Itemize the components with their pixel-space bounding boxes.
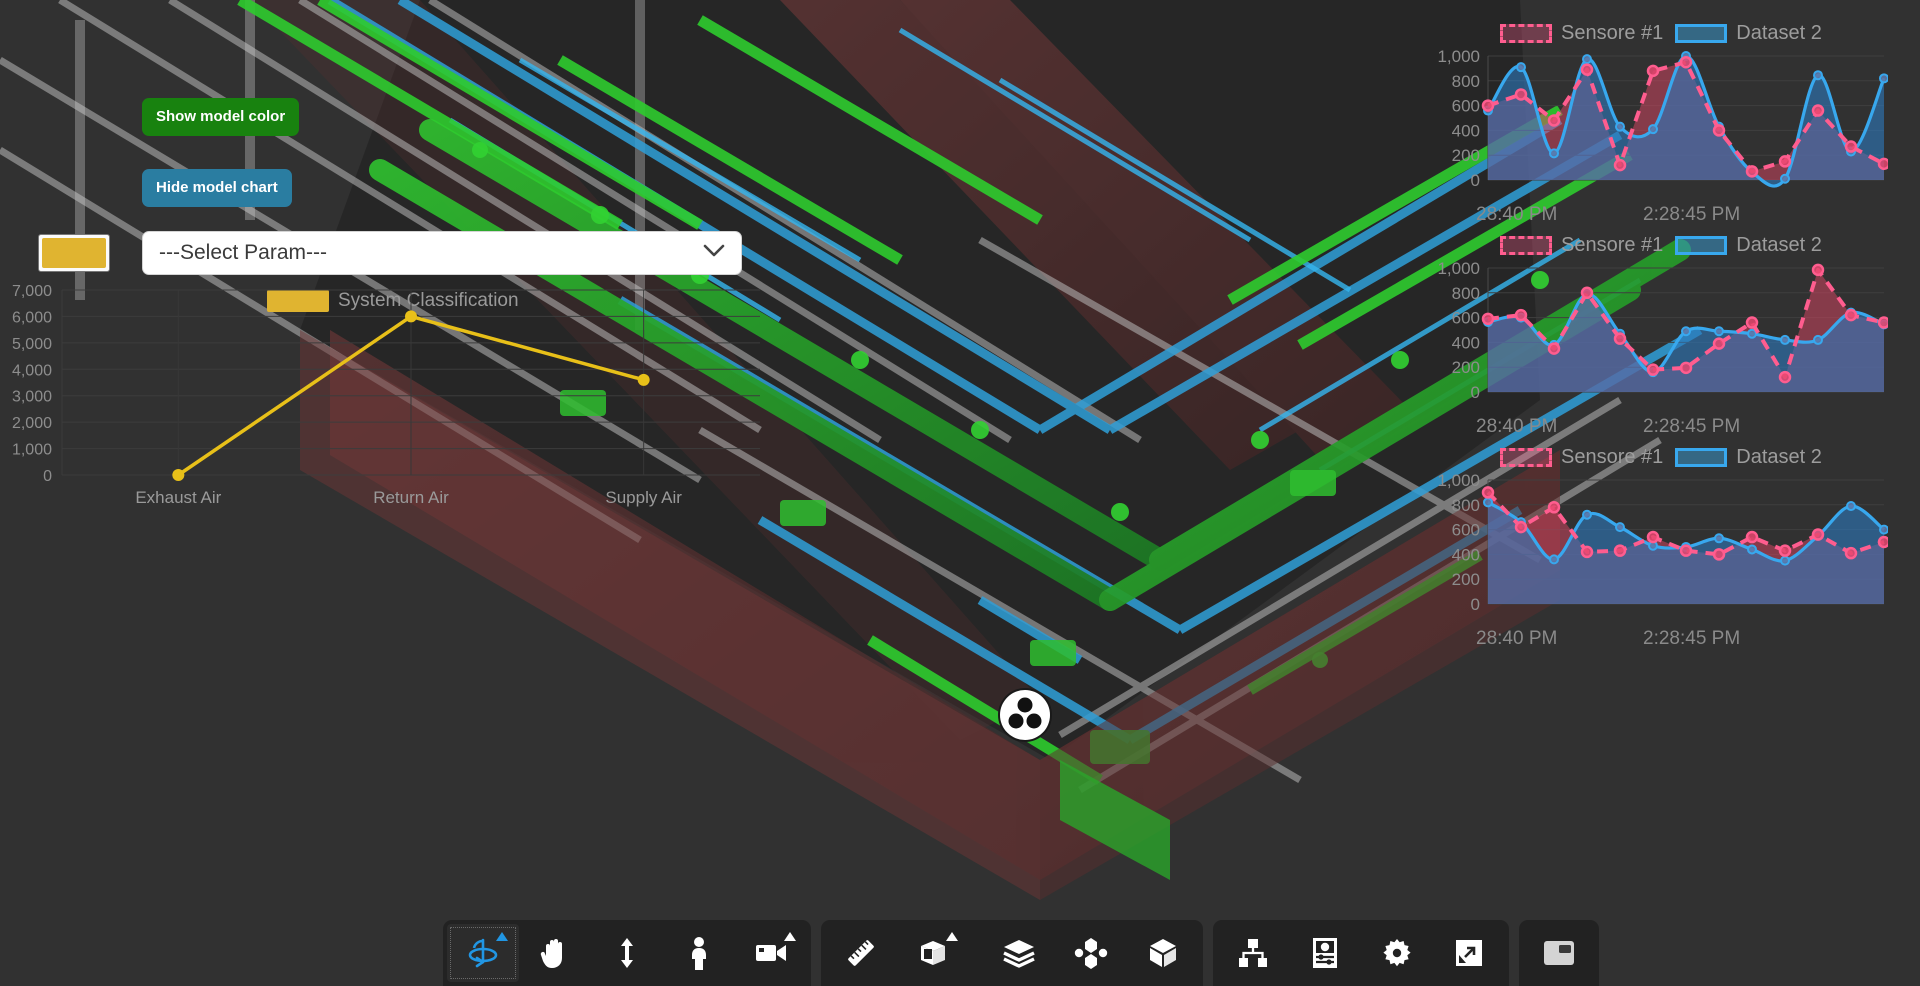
fullscreen-expand-icon[interactable] [1433,924,1505,982]
model-parameter-chart[interactable]: 0 1,000 2,000 3,000 4,000 5,000 6,000 7,000 Exha… [0,280,780,570]
show-model-color-button[interactable]: Show model color [142,98,299,136]
select-param-dropdown[interactable]: ---Select Param--- [142,231,742,275]
xtick-0: 28:40 PM [1476,628,1557,650]
svg-text:1,000: 1,000 [1437,472,1480,490]
legend-entry-dataset[interactable]: Dataset 2 [1675,446,1822,469]
properties-panel-icon[interactable] [1289,924,1361,982]
explode-model-icon[interactable] [1055,924,1127,982]
solid-swatch-icon [1675,236,1727,255]
chevron-down-icon [703,243,725,263]
first-person-walk-icon[interactable] [663,924,735,982]
sensor-chart-2-plot: 0 200 400 600 800 1,000 [1428,260,1888,412]
model-structure-icon[interactable] [1217,924,1289,982]
svg-text:0: 0 [1471,595,1480,614]
legend-label-sensore: Sensore #1 [1561,22,1663,45]
svg-text:1,000: 1,000 [1437,260,1480,278]
layers-icon[interactable] [983,924,1055,982]
svg-text:200: 200 [1452,570,1480,589]
legend-entry-sensore[interactable]: Sensore #1 [1500,234,1663,257]
svg-text:Return Air: Return Air [373,488,449,507]
orbit-icon[interactable] [447,924,519,982]
legend-label-sensore: Sensore #1 [1561,234,1663,257]
svg-text:0: 0 [43,468,52,485]
svg-text:7,000: 7,000 [12,283,52,300]
svg-text:400: 400 [1452,121,1480,140]
navigation-tools [443,920,811,986]
zoom-arrows-icon[interactable] [591,924,663,982]
legend-entry-sensore[interactable]: Sensore #1 [1500,22,1663,45]
section-box-icon[interactable] [897,924,969,982]
svg-text:400: 400 [1452,333,1480,352]
xtick-1: 2:28:45 PM [1643,628,1740,650]
legend-label-sensore: Sensore #1 [1561,446,1663,469]
solid-swatch-icon [1675,24,1727,43]
param-color-swatch[interactable] [38,234,110,272]
dashed-swatch-icon [1500,448,1552,467]
svg-text:600: 600 [1452,97,1480,116]
svg-text:200: 200 [1452,358,1480,377]
dropdown-caret-icon [496,932,508,941]
svg-text:600: 600 [1452,521,1480,540]
sensor-chart-1[interactable]: Sensore #1 Dataset 2 02004006008001,000 … [1428,8,1888,203]
svg-text:200: 200 [1452,146,1480,165]
pan-hand-icon[interactable] [519,924,591,982]
svg-text:5,000: 5,000 [12,336,52,353]
svg-text:800: 800 [1452,496,1480,515]
legend-entry-dataset[interactable]: Dataset 2 [1675,234,1822,257]
svg-text:400: 400 [1452,545,1480,564]
legend-label-dataset: Dataset 2 [1736,446,1822,469]
gear-icon[interactable] [1361,924,1433,982]
legend-label-dataset: Dataset 2 [1736,22,1822,45]
docking-tools [1519,920,1599,986]
air-terminal-marker[interactable] [1000,690,1050,740]
sensor-chart-1-legend: Sensore #1 Dataset 2 [1500,22,1822,45]
svg-text:800: 800 [1452,72,1480,91]
svg-text:2,000: 2,000 [12,415,52,432]
dashed-swatch-icon [1500,24,1552,43]
air-diffuser-icon [1000,690,1050,740]
svg-text:6,000: 6,000 [12,309,52,326]
camera-icon[interactable] [735,924,807,982]
cube-box-icon[interactable] [1127,924,1199,982]
legend-entry-sensore[interactable]: Sensore #1 [1500,446,1663,469]
svg-text:1,000: 1,000 [1437,48,1480,66]
hide-model-chart-button[interactable]: Hide model chart [142,169,292,207]
svg-text:0: 0 [1471,171,1480,190]
sensor-chart-3-legend: Sensore #1 Dataset 2 [1500,446,1822,469]
svg-text:0: 0 [1471,383,1480,402]
ruler-measure-icon[interactable] [825,924,897,982]
sensor-chart-1-plot: 0 200 400 600 800 1,000 [1428,48,1888,200]
svg-text:800: 800 [1452,284,1480,303]
param-color-swatch-fill [42,238,106,268]
sensor-chart-3[interactable]: Sensore #1 Dataset 2 02004006008001,000 … [1428,432,1888,627]
settings-tools [1213,920,1509,986]
dropdown-caret-icon [946,932,958,941]
solid-swatch-icon [1675,448,1727,467]
dashed-swatch-icon [1500,236,1552,255]
sensor-chart-2-legend: Sensore #1 Dataset 2 [1500,234,1822,257]
sensor-chart-3-plot: 0 200 400 600 800 1,000 [1428,472,1888,624]
measure-section-tools [821,920,1203,986]
svg-text:3,000: 3,000 [12,389,52,406]
svg-text:4,000: 4,000 [12,362,52,379]
svg-text:Exhaust Air: Exhaust Air [135,488,221,507]
svg-text:Supply Air: Supply Air [605,488,682,507]
panel-layout-icon[interactable] [1523,924,1595,982]
bottom-toolbar[interactable] [443,920,1599,986]
sensor-chart-2[interactable]: Sensore #1 Dataset 2 02004006008001,000 … [1428,220,1888,415]
select-param-value: ---Select Param--- [159,241,327,265]
legend-label-dataset: Dataset 2 [1736,234,1822,257]
svg-text:600: 600 [1452,309,1480,328]
svg-text:1,000: 1,000 [12,442,52,459]
model-parameter-chart-svg: 0 1,000 2,000 3,000 4,000 5,000 6,000 7,000 Exha… [0,280,780,570]
dropdown-caret-icon [784,932,796,941]
legend-entry-dataset[interactable]: Dataset 2 [1675,22,1822,45]
